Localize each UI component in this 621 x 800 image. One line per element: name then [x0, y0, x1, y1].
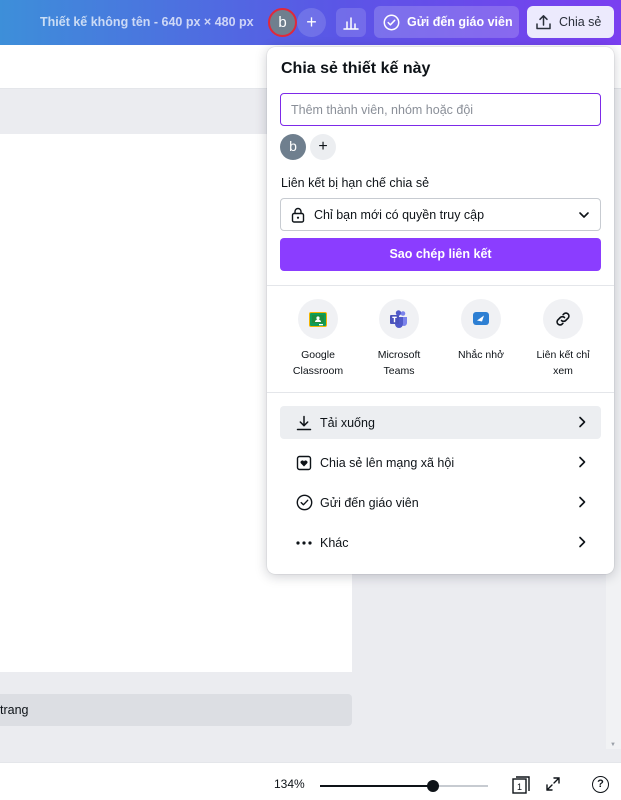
- check-circle-icon: [383, 14, 400, 30]
- google-classroom-circle: [298, 299, 338, 339]
- google-classroom-label: Google Classroom: [278, 347, 358, 379]
- menu-item-social-share[interactable]: Chia sẻ lên mạng xã hội: [280, 446, 601, 479]
- more-dots-icon: [294, 540, 314, 545]
- share-apps-row: Google Classroom Microsoft Teams Nhắc nh…: [267, 299, 614, 379]
- chevron-right-icon: [576, 416, 588, 431]
- google-classroom-button[interactable]: Google Classroom: [278, 299, 358, 379]
- upload-icon: [536, 14, 551, 29]
- member-avatar[interactable]: b: [280, 134, 306, 160]
- user-avatar[interactable]: b: [268, 8, 297, 37]
- app-label-line: Liên kết chỉ: [536, 349, 590, 361]
- view-only-link-label: Liên kết chỉ xem: [523, 347, 603, 379]
- download-icon: [294, 415, 314, 431]
- help-button[interactable]: ?: [592, 776, 609, 793]
- reminder-button[interactable]: Nhắc nhở: [441, 299, 521, 363]
- menu-item-label: Tải xuống: [320, 415, 375, 430]
- share-label: Chia sẻ: [559, 15, 602, 29]
- google-classroom-icon: [309, 311, 327, 327]
- app-label-line: Teams: [383, 365, 415, 377]
- bar-chart-icon: [343, 16, 359, 30]
- app-label-line: Microsoft: [377, 349, 421, 361]
- chevron-down-icon: [578, 209, 590, 224]
- microsoft-teams-icon: [390, 310, 407, 328]
- chevron-right-icon: [576, 456, 588, 471]
- microsoft-teams-circle: [379, 299, 419, 339]
- menu-item-label: Gửi đến giáo viên: [320, 495, 419, 510]
- app-label-line: Nhắc nhở: [458, 349, 504, 361]
- add-member-button[interactable]: +: [310, 134, 336, 160]
- divider: [267, 285, 614, 286]
- insights-button[interactable]: [336, 8, 366, 37]
- reminder-label: Nhắc nhở: [441, 347, 521, 363]
- add-member-input[interactable]: [280, 93, 601, 126]
- view-only-link-circle: [543, 299, 583, 339]
- check-circle-icon: [294, 494, 314, 511]
- top-bar: Thiết kế không tên - 640 px × 480 px b +…: [0, 0, 621, 45]
- divider: [267, 392, 614, 393]
- view-only-link-button[interactable]: Liên kết chỉ xem: [523, 299, 603, 379]
- microsoft-teams-button[interactable]: Microsoft Teams: [359, 299, 439, 379]
- zoom-slider[interactable]: [320, 780, 488, 792]
- page-count-button[interactable]: 1: [511, 776, 531, 799]
- page-number: 1: [517, 782, 522, 792]
- copy-link-button[interactable]: Sao chép liên kết: [280, 238, 601, 271]
- reminder-circle: [461, 299, 501, 339]
- add-page-button[interactable]: trang: [0, 694, 352, 726]
- link-section-label: Liên kết bị hạn chế chia sẻ: [281, 176, 430, 190]
- app-label-line: Classroom: [292, 365, 344, 377]
- microsoft-teams-label: Microsoft Teams: [359, 347, 439, 379]
- social-heart-icon: [294, 455, 314, 471]
- pages-icon: 1: [512, 776, 530, 794]
- menu-item-label: Khác: [320, 535, 349, 550]
- send-to-teacher-label: Gửi đến giáo viên: [407, 15, 513, 29]
- share-button[interactable]: Chia sẻ: [527, 6, 614, 38]
- menu-item-send-to-teacher[interactable]: Gửi đến giáo viên: [280, 486, 601, 519]
- app-label-line: xem: [553, 365, 573, 377]
- add-page-label: trang: [0, 703, 29, 717]
- document-title[interactable]: Thiết kế không tên - 640 px × 480 px: [40, 15, 254, 29]
- zoom-slider-fill: [320, 785, 433, 787]
- zoom-slider-handle[interactable]: [426, 780, 439, 792]
- send-to-teacher-button[interactable]: Gửi đến giáo viên: [374, 6, 519, 38]
- chevron-right-icon: [576, 536, 588, 551]
- share-panel-title: Chia sẻ thiết kế này: [281, 60, 431, 77]
- zoom-level[interactable]: 134%: [274, 777, 305, 791]
- fullscreen-button[interactable]: [545, 776, 561, 797]
- app-label-line: Google: [301, 349, 335, 361]
- view-only-link-icon: [556, 312, 570, 326]
- share-panel: Chia sẻ thiết kế này b + Liên kết bị hạn…: [267, 47, 614, 574]
- access-level-value: Chỉ bạn mới có quyền truy cập: [314, 207, 485, 222]
- lock-icon: [291, 207, 305, 223]
- chevron-right-icon: [576, 496, 588, 511]
- bottom-bar: 134% 1 ?: [0, 762, 621, 800]
- invite-button[interactable]: +: [297, 8, 326, 37]
- reminder-icon: [473, 312, 489, 325]
- menu-item-more[interactable]: Khác: [280, 526, 601, 559]
- expand-icon: [546, 777, 560, 791]
- scroll-down-arrow-icon[interactable]: ▼: [610, 742, 616, 748]
- menu-item-download[interactable]: Tải xuống: [280, 406, 601, 439]
- menu-item-label: Chia sẻ lên mạng xã hội: [320, 455, 455, 470]
- access-level-select[interactable]: Chỉ bạn mới có quyền truy cập: [280, 198, 601, 231]
